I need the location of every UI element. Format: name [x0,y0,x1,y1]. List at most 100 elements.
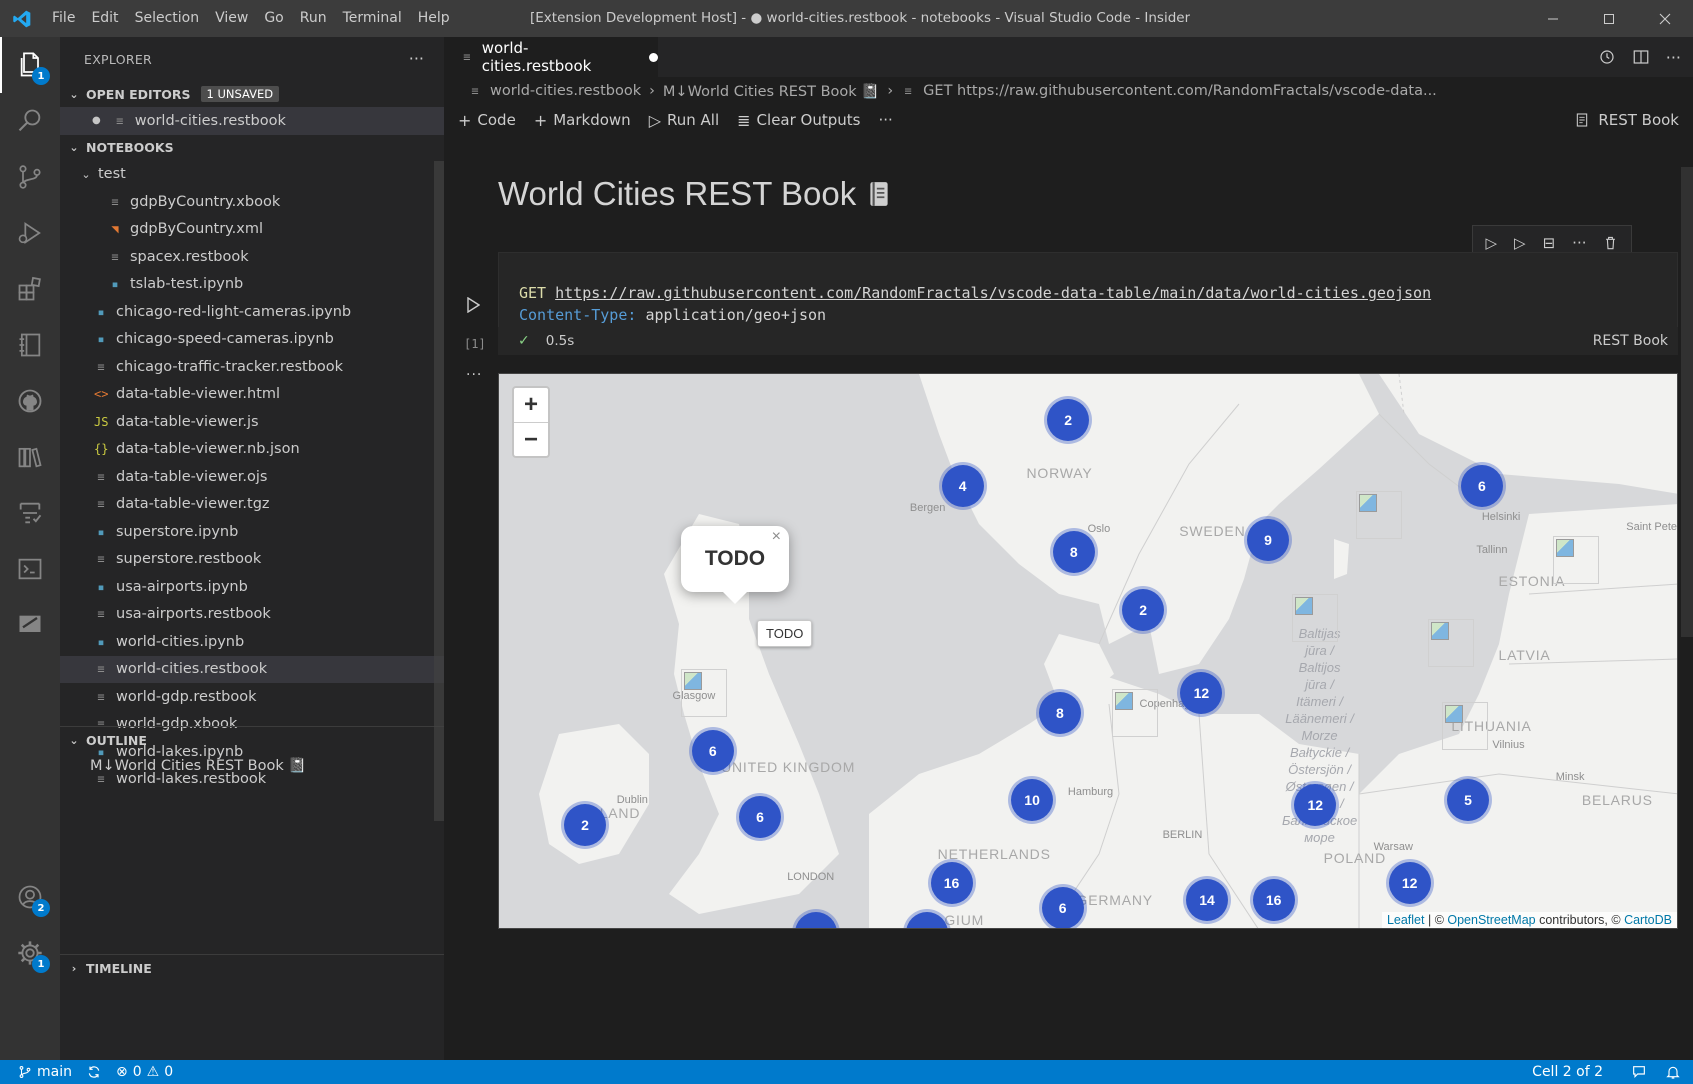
menu-go[interactable]: Go [256,0,291,37]
problems-status[interactable]: ⊗ 0 ⚠ 0 [116,1064,173,1080]
marker-cluster[interactable]: 8 [1052,531,1095,574]
broken-image-marker-icon[interactable] [1442,701,1489,750]
marker-cluster[interactable]: 16 [930,862,973,905]
execute-above-icon[interactable]: ▷ [1486,234,1498,252]
marker-cluster[interactable]: 12 [1294,783,1337,826]
menu-edit[interactable]: Edit [83,0,126,37]
toolbar-more-button[interactable]: ··· [878,111,892,129]
file-item[interactable]: ≡ spacex.restbook [60,243,444,271]
file-item[interactable]: ≡ chicago-traffic-tracker.restbook [60,353,444,381]
zoom-in-button[interactable]: + [514,388,548,422]
file-item[interactable]: ≡ data-table-viewer.ojs [60,463,444,491]
menu-view[interactable]: View [207,0,256,37]
run-cell-icon[interactable] [466,296,481,317]
marker-cluster[interactable]: 4 [941,464,984,507]
tab-world-cities-restbook[interactable]: ≡ world-cities.restbook [444,37,658,77]
file-item[interactable]: ≡ world-cities.restbook [60,655,444,683]
activity-source-control[interactable] [0,149,60,205]
marker-cluster[interactable]: 2 [1047,398,1090,441]
more-actions-icon[interactable]: ··· [1666,48,1681,67]
feedback-button[interactable] [1631,1064,1647,1080]
menu-help[interactable]: Help [410,0,458,37]
activity-notebooks[interactable] [0,317,60,373]
marker-cluster[interactable]: 6 [1041,887,1084,928]
activity-search[interactable] [0,93,60,149]
file-item[interactable]: <> data-table-viewer.html [60,381,444,409]
marker-cluster[interactable]: 9 [1247,518,1290,561]
folder-test[interactable]: ⌄ test [60,161,444,189]
file-item[interactable]: ▪ superstore.ipynb [60,518,444,546]
more-actions-icon[interactable]: ··· [409,49,424,68]
menu-terminal[interactable]: Terminal [335,0,410,37]
menu-file[interactable]: File [44,0,83,37]
openstreetmap-link[interactable]: OpenStreetMap [1447,913,1535,927]
broken-image-marker-icon[interactable] [681,668,728,717]
leaflet-map[interactable]: + − NORWAY SWEDEN ESTONIA LATVIA LITHUANIA UN… [498,373,1678,929]
file-item[interactable]: JS data-table-viewer.js [60,408,444,436]
marker-cluster[interactable]: 12 [1180,671,1223,714]
notifications-button[interactable] [1665,1064,1681,1080]
file-item[interactable]: ▪ tslab-test.ipynb [60,271,444,299]
marker-cluster[interactable]: 2 [564,804,607,847]
branch-status[interactable]: main [18,1064,72,1080]
broken-image-marker-icon[interactable] [1553,536,1600,585]
close-icon[interactable]: × [772,528,781,546]
marker-cluster[interactable]: 6 [738,795,781,838]
split-editor-icon[interactable] [1632,48,1650,66]
broken-image-marker-icon[interactable] [1111,689,1158,738]
kernel-picker[interactable]: REST Book [1574,105,1679,135]
marker-cluster[interactable]: 6 [691,729,734,772]
marker-cluster[interactable]: 14 [1186,878,1228,921]
file-item[interactable]: ≡ data-table-viewer.tgz [60,491,444,519]
file-item[interactable]: ≡ world-gdp.restbook [60,683,444,711]
file-item[interactable]: ≡ superstore.restbook [60,546,444,574]
marker-cluster[interactable]: 16 [1252,878,1295,921]
file-item[interactable]: {} data-table-viewer.nb.json [60,436,444,464]
activity-extensions[interactable] [0,261,60,317]
file-item[interactable]: ≡ gdpByCountry.xbook [60,188,444,216]
run-all-button[interactable]: ▷ Run All [649,111,719,130]
breadcrumb-request[interactable]: GET https://raw.githubusercontent.com/Ra… [923,83,1437,99]
open-editor-item[interactable]: ● ≡ world-cities.restbook [60,107,444,135]
open-editors-section[interactable]: ⌄ OPEN EDITORS 1 UNSAVED [60,81,444,107]
sync-button[interactable] [86,1064,102,1080]
marker-cluster[interactable]: 2 [1122,588,1165,631]
menu-selection[interactable]: Selection [127,0,208,37]
code-cell-editor[interactable]: GET https://raw.githubusercontent.com/Ra… [498,252,1678,334]
file-item[interactable]: ▪ usa-airports.ipynb [60,573,444,601]
request-url-link[interactable]: https://raw.githubusercontent.com/Random… [555,284,1431,302]
broken-image-marker-icon[interactable] [1428,619,1475,668]
activity-manage[interactable]: 1 [0,925,60,981]
editor-scrollbar[interactable] [1681,167,1693,637]
execute-below-icon[interactable]: ▷ [1514,234,1526,252]
marker-cluster[interactable]: 6 [1460,464,1503,507]
trash-icon[interactable] [1603,235,1618,251]
timeline-section[interactable]: › TIMELINE [60,955,444,981]
activity-github[interactable] [0,373,60,429]
activity-library[interactable] [0,429,60,485]
activity-accounts[interactable]: 2 [0,869,60,925]
output-more-icon[interactable]: ··· [466,367,482,383]
file-item[interactable]: ◥ gdpByCountry.xml [60,216,444,244]
history-icon[interactable] [1598,48,1616,66]
breadcrumb-file[interactable]: world-cities.restbook [490,83,641,99]
outline-item[interactable]: M↓World Cities REST Book 📓 [60,752,444,780]
broken-image-marker-icon[interactable] [1356,490,1403,539]
sidebar-scrollbar[interactable] [434,161,444,821]
close-window-button[interactable] [1637,0,1693,37]
split-cell-icon[interactable]: ⊟ [1543,234,1556,252]
breadcrumb-section[interactable]: M↓World Cities REST Book 📓 [663,83,879,100]
activity-explorer[interactable]: 1 [0,37,60,93]
file-item[interactable]: ▪ chicago-red-light-cameras.ipynb [60,298,444,326]
outline-section[interactable]: ⌄ OUTLINE [60,727,444,753]
add-markdown-button[interactable]: + Markdown [534,111,631,130]
file-item[interactable]: ▪ chicago-speed-cameras.ipynb [60,326,444,354]
cell-position-status[interactable]: Cell 2 of 2 [1532,1064,1603,1080]
cartodb-link[interactable]: CartoDB [1624,913,1672,927]
cell-kernel-label[interactable]: REST Book [1593,333,1668,349]
broken-image-marker-icon[interactable] [1292,594,1339,643]
minimize-button[interactable] [1525,0,1581,37]
zoom-out-button[interactable]: − [514,422,548,456]
activity-testing[interactable] [0,485,60,541]
notebooks-section[interactable]: ⌄ NOTEBOOKS [60,135,444,161]
